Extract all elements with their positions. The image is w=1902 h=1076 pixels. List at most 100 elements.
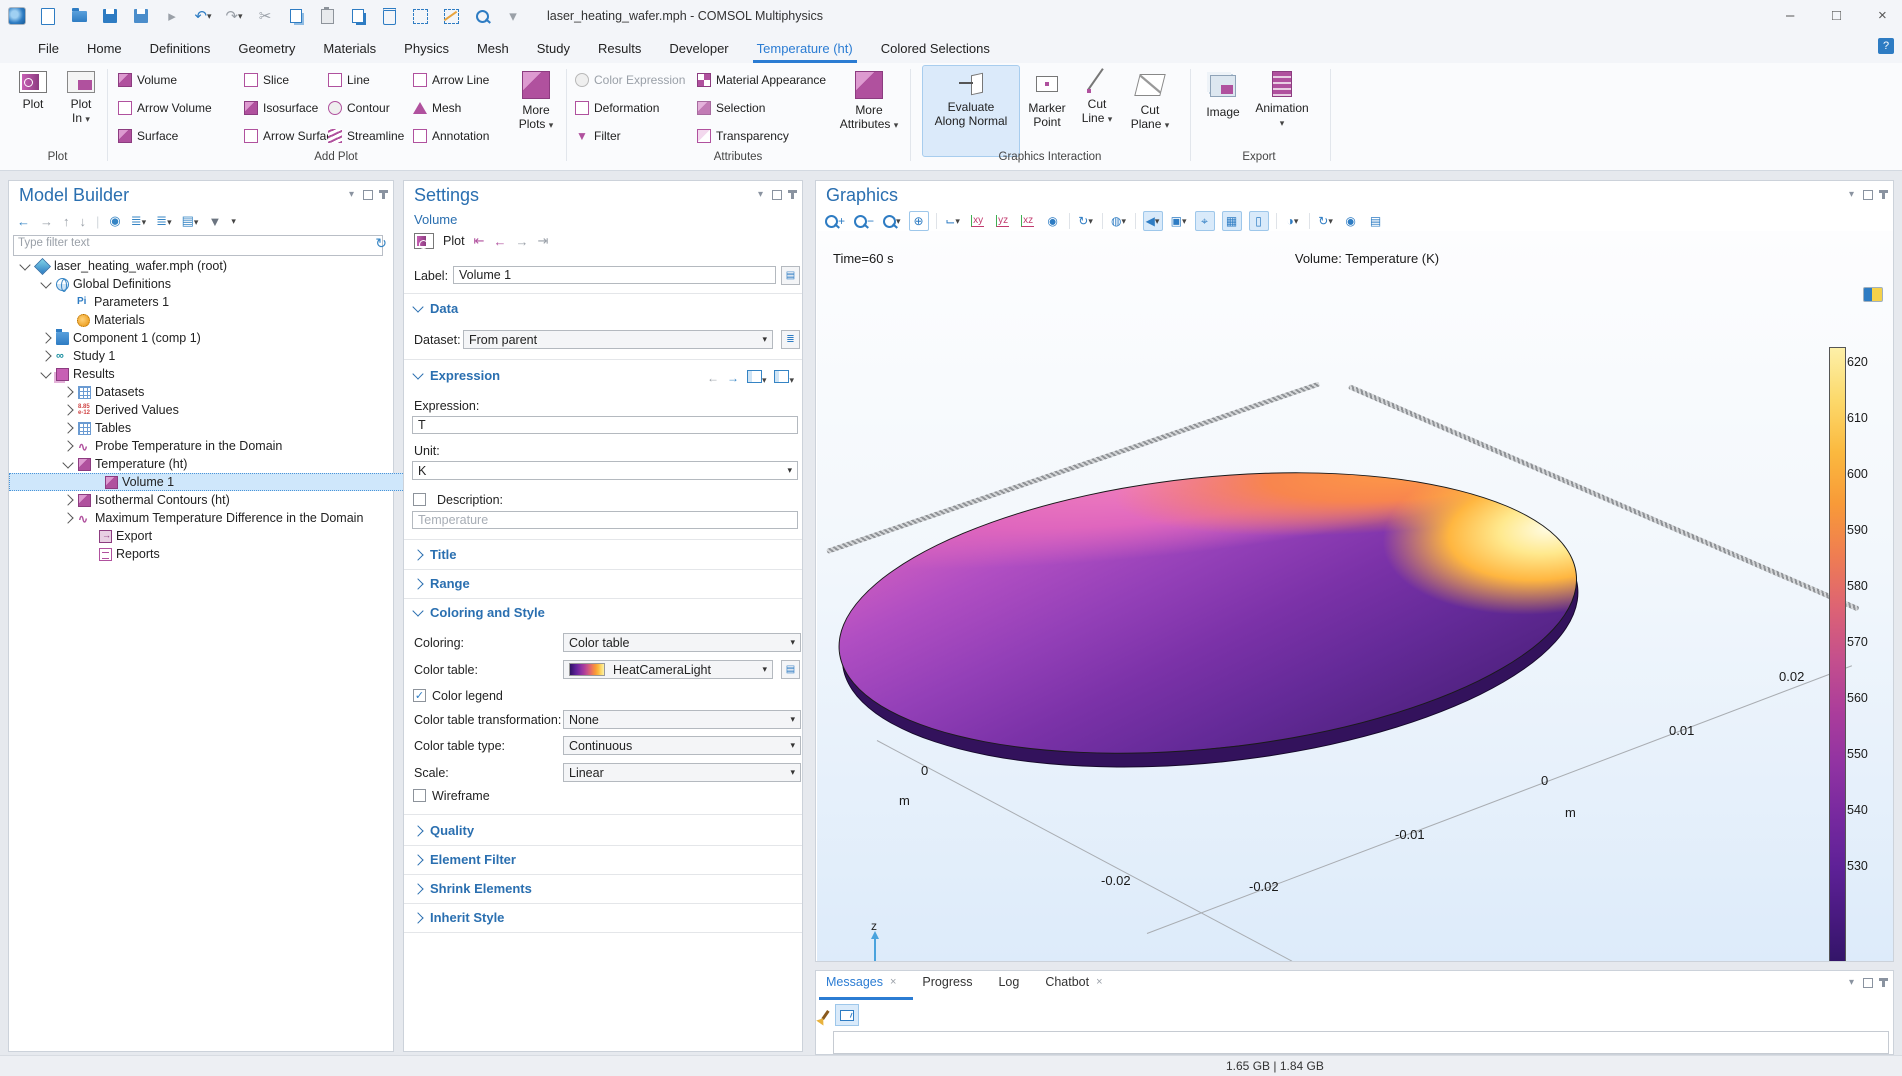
replace-expression-icon[interactable]: ▾ <box>774 370 794 386</box>
tab-file[interactable]: File <box>24 34 73 63</box>
transparency-button[interactable]: Transparency <box>697 127 826 145</box>
tree-item-tables[interactable]: Tables <box>64 419 131 437</box>
filter-tree-icon[interactable]: ▼ <box>208 214 221 229</box>
shrink-elements-section-header[interactable]: Shrink Elements <box>414 881 532 896</box>
tree-item-datasets[interactable]: Datasets <box>64 383 144 401</box>
tab-temperature-ht[interactable]: Temperature (ht) <box>743 34 867 63</box>
tree-item-materials[interactable]: Materials <box>63 311 145 329</box>
tab-progress[interactable]: Progress <box>922 975 972 989</box>
close-button[interactable]: × <box>1878 7 1887 24</box>
snapshot-icon[interactable]: ◉ <box>1342 212 1360 230</box>
open-file-icon[interactable] <box>68 5 90 27</box>
last-plot-icon[interactable]: ⇥ <box>537 233 548 249</box>
zoom-extents-icon[interactable]: ⊕ <box>909 211 929 231</box>
tab-colored-selections[interactable]: Colored Selections <box>867 34 1004 63</box>
insert-expression-icon[interactable]: ▾ <box>747 370 767 386</box>
add-mesh-button[interactable]: Mesh <box>413 99 489 117</box>
save-as-icon[interactable] <box>130 5 152 27</box>
tab-study[interactable]: Study <box>523 34 584 63</box>
wireframe-checkbox[interactable] <box>413 789 426 802</box>
next-expression-icon[interactable]: → <box>727 371 739 385</box>
label-side-icon[interactable]: ▤ <box>781 266 800 285</box>
next-plot-icon[interactable]: → <box>515 234 528 249</box>
marker-point-button[interactable]: Marker Point <box>1024 65 1070 157</box>
animation-button[interactable]: Animation▾ <box>1252 65 1312 157</box>
plot-button[interactable]: Plot <box>10 65 56 157</box>
tab-definitions[interactable]: Definitions <box>136 34 225 63</box>
add-annotation-button[interactable]: Annotation <box>413 127 489 145</box>
model-tree-node-text-icon[interactable]: ▤▾ <box>182 213 199 229</box>
forward-icon[interactable]: → <box>40 214 53 229</box>
unit-dropdown[interactable]: K <box>412 461 798 480</box>
print-icon[interactable]: ▤ <box>1367 212 1385 230</box>
panel-pin-icon[interactable] <box>382 190 385 199</box>
inherit-style-section-header[interactable]: Inherit Style <box>414 910 504 925</box>
deselect-box-icon[interactable] <box>440 5 462 27</box>
tree-item-derived-values[interactable]: 8.85e-12Derived Values <box>64 401 179 419</box>
tab-home[interactable]: Home <box>73 34 136 63</box>
add-slice-button[interactable]: Slice <box>244 71 339 89</box>
first-plot-icon[interactable]: ⇤ <box>474 233 485 249</box>
more-attributes-button[interactable]: More Attributes ▾ <box>836 65 902 157</box>
deformation-button[interactable]: Deformation <box>575 99 685 117</box>
go-to-xz-view-icon[interactable]: xz <box>1019 212 1037 230</box>
color-table-side-icon[interactable]: ▤ <box>781 660 800 679</box>
scale-dropdown[interactable]: Linear <box>563 763 801 782</box>
select-box-icon[interactable] <box>409 5 431 27</box>
tab-chatbot[interactable]: Chatbot× <box>1045 975 1102 989</box>
tree-item-results[interactable]: Results <box>42 365 115 383</box>
evaluate-along-normal-button[interactable]: Evaluate Along Normal <box>922 65 1020 157</box>
more-plots-button[interactable]: More Plots ▾ <box>510 65 562 157</box>
panel-pin-icon[interactable] <box>1882 978 1885 987</box>
add-arrow-surface-button[interactable]: Arrow Surface <box>244 127 339 145</box>
panel-menu-icon[interactable]: ▾ <box>1849 189 1854 200</box>
refresh-icon[interactable]: ↻ <box>375 235 387 252</box>
tree-item-root[interactable]: laser_heating_wafer.mph (root) <box>21 257 227 275</box>
tree-filter-input[interactable]: Type filter text <box>13 235 383 256</box>
tab-mesh[interactable]: Mesh <box>463 34 523 63</box>
panel-float-icon[interactable] <box>1863 978 1873 988</box>
color-table-dropdown[interactable]: HeatCameraLight <box>563 660 773 679</box>
tree-item-probe-temperature[interactable]: ∿Probe Temperature in the Domain <box>64 437 282 455</box>
zoom-box-icon[interactable]: ▾ <box>882 212 902 230</box>
data-section-header[interactable]: Data <box>414 301 458 316</box>
color-table-type-dropdown[interactable]: Continuous <box>563 736 801 755</box>
material-appearance-button[interactable]: Material Appearance <box>697 71 826 89</box>
dataset-side-icon[interactable]: ≣ <box>781 330 800 349</box>
toolbar-overflow-icon[interactable]: ▾ <box>502 5 524 27</box>
quality-section-header[interactable]: Quality <box>414 823 474 838</box>
delete-icon[interactable] <box>378 5 400 27</box>
show-color-legend-icon[interactable]: ▯ <box>1249 211 1269 231</box>
rotate-icon[interactable]: ↻▾ <box>1077 212 1095 230</box>
tab-materials[interactable]: Materials <box>309 34 390 63</box>
show-grid-icon[interactable]: ▦ <box>1222 211 1242 231</box>
panel-float-icon[interactable] <box>1863 190 1873 200</box>
cut-icon[interactable]: ✂ <box>254 5 276 27</box>
panel-float-icon[interactable] <box>363 190 373 200</box>
plot-area[interactable]: Time=60 s Volume: Temperature (K) 0 m -0… <box>817 231 1893 961</box>
collapse-all-icon[interactable]: ≣▾ <box>131 213 146 229</box>
cut-line-button[interactable]: Cut Line ▾ <box>1074 65 1120 157</box>
maximize-button[interactable]: □ <box>1832 7 1841 24</box>
tree-item-reports[interactable]: Reports <box>85 545 160 563</box>
add-volume-button[interactable]: Volume <box>118 71 212 89</box>
panel-float-icon[interactable] <box>772 190 782 200</box>
tree-item-component[interactable]: Component 1 (comp 1) <box>42 329 201 347</box>
label-field-input[interactable]: Volume 1 <box>453 266 776 284</box>
add-arrow-line-button[interactable]: Arrow Line <box>413 71 489 89</box>
prev-expression-icon[interactable]: ← <box>707 371 719 385</box>
panel-pin-icon[interactable] <box>791 190 794 199</box>
dataset-dropdown[interactable]: From parent <box>463 330 773 349</box>
plot-icon[interactable] <box>414 233 434 249</box>
title-section-header[interactable]: Title <box>414 547 457 562</box>
minimize-button[interactable]: – <box>1786 7 1794 24</box>
panel-menu-icon[interactable]: ▾ <box>758 189 763 200</box>
plot-in-button[interactable]: Plot In ▾ <box>58 65 104 157</box>
add-contour-button[interactable]: Contour <box>328 99 404 117</box>
cut-plane-button[interactable]: Cut Plane ▾ <box>1124 65 1176 157</box>
coloring-section-header[interactable]: Coloring and Style <box>414 605 545 620</box>
add-surface-button[interactable]: Surface <box>118 127 212 145</box>
filter-button[interactable]: ▼Filter <box>575 127 685 145</box>
default-view-icon[interactable]: ⌙▾ <box>944 212 962 230</box>
tree-item-isothermal-contours[interactable]: Isothermal Contours (ht) <box>64 491 230 509</box>
